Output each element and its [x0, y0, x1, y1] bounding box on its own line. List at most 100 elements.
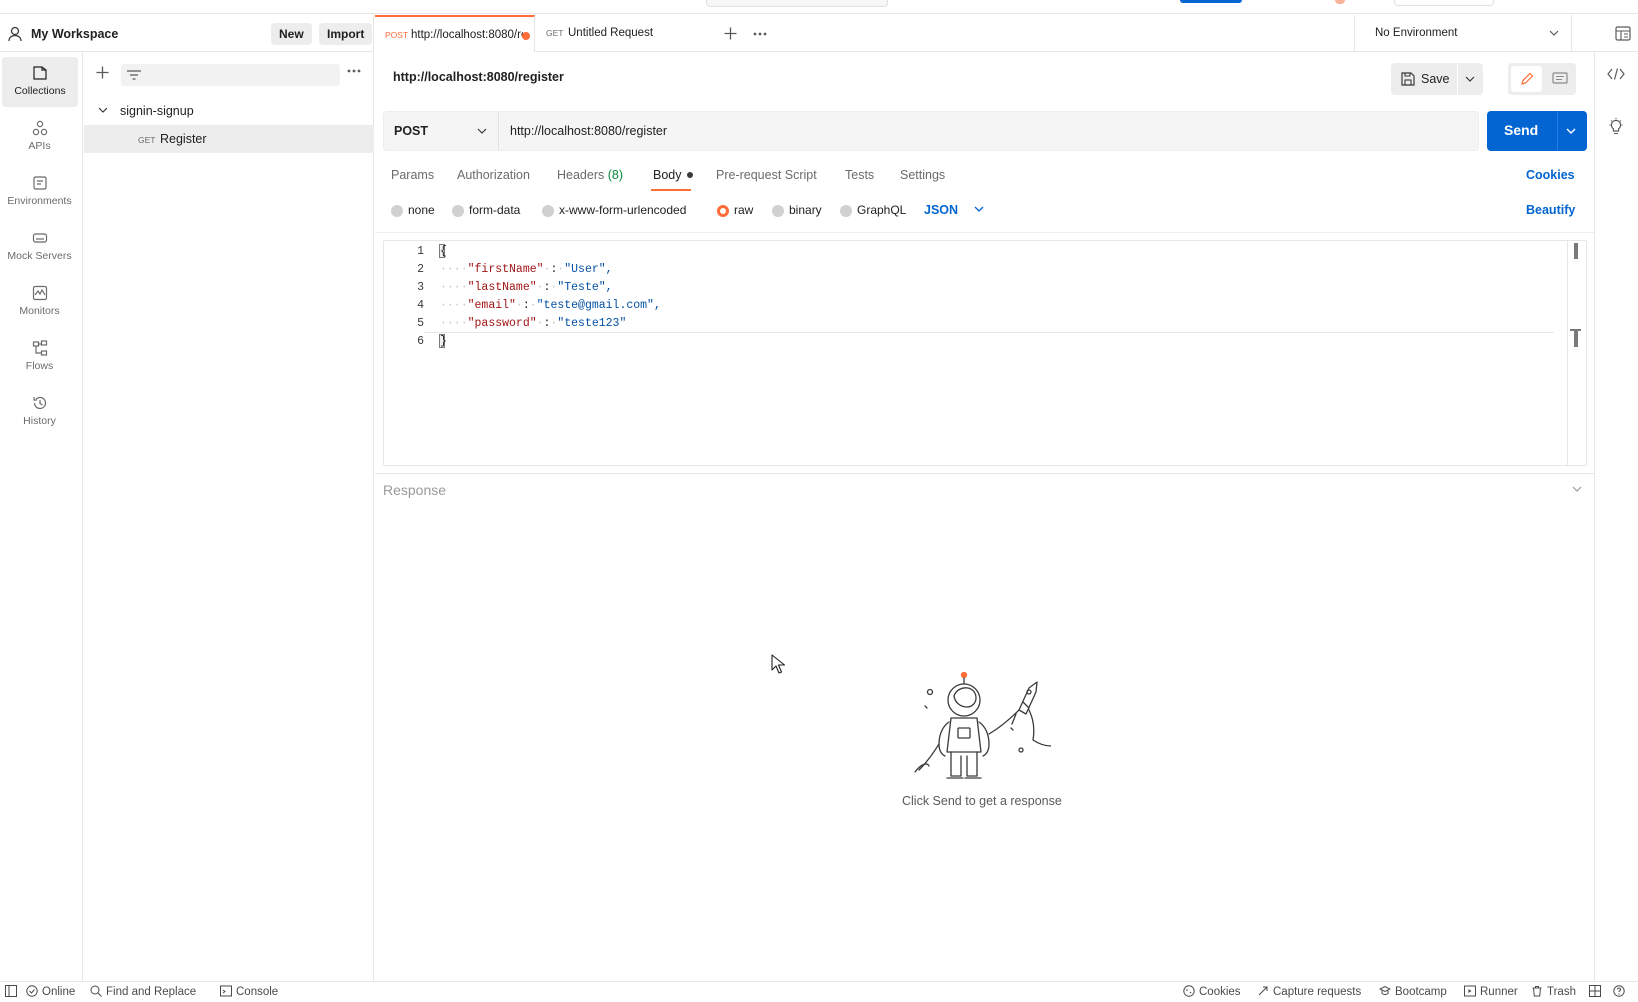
tab-authorization[interactable]: Authorization [457, 168, 530, 182]
rail-label: Collections [14, 85, 66, 97]
radio-x-www-form-urlencoded-label[interactable]: x-www-form-urlencoded [559, 203, 686, 217]
filter-icon [127, 70, 141, 80]
runner-button[interactable]: Runner [1464, 985, 1518, 998]
http-method-select[interactable]: POST [384, 112, 499, 150]
tab-method: POST [385, 30, 409, 40]
body-editor[interactable]: 1 2 3 4 5 6 { ····"firstName"·:·"User", … [383, 240, 1587, 466]
radio-none-label[interactable]: none [408, 203, 435, 217]
radio-raw-label[interactable]: raw [734, 203, 753, 217]
tab-pre-request-script[interactable]: Pre-request Script [716, 168, 817, 182]
radio-raw[interactable] [717, 205, 729, 217]
console-button[interactable]: Console [220, 985, 278, 998]
empty-response-message: Click Send to get a response [902, 794, 1062, 808]
code-snippet-icon[interactable] [1607, 68, 1625, 80]
two-pane-view-icon[interactable] [1589, 985, 1605, 998]
rail-item-monitors[interactable]: Monitors [0, 277, 79, 327]
rail-item-history[interactable]: History [0, 387, 79, 437]
request-url-bar: POST [383, 111, 1479, 151]
lightbulb-icon[interactable] [1608, 118, 1624, 136]
trash-button[interactable]: Trash [1531, 985, 1576, 998]
radio-form-data-label[interactable]: form-data [469, 203, 520, 217]
environment-quick-look-icon[interactable] [1615, 26, 1631, 41]
new-tab-plus-icon[interactable] [724, 27, 737, 40]
rail-item-apis[interactable]: APIs [0, 112, 79, 162]
toggle-sidebar-icon[interactable] [5, 985, 21, 998]
collection-item-signin-signup[interactable]: signin-signup [84, 97, 374, 125]
request-method-badge: GET [138, 135, 156, 145]
radio-graphql[interactable] [840, 205, 852, 217]
monitors-icon [32, 285, 47, 301]
json-value: "Teste", [557, 281, 613, 294]
more-tabs-icon[interactable] [753, 32, 767, 36]
tab-untitled-request[interactable]: GET Untitled Request [536, 15, 702, 52]
online-check-icon [26, 985, 38, 997]
line-number: 5 [417, 317, 424, 330]
find-and-replace[interactable]: Find and Replace [90, 985, 196, 998]
json-key: "password" [467, 317, 537, 330]
console-label: Console [236, 986, 279, 998]
tab-post-register[interactable]: POST http://localhost:8080/register [375, 15, 535, 52]
radio-binary[interactable] [772, 205, 784, 217]
tab-body[interactable]: Body [653, 168, 693, 182]
status-bar: Online Find and Replace Console Cookies … [0, 981, 1638, 1002]
left-rail: Collections APIs Environments Mock Serve… [0, 52, 83, 981]
tab-tests[interactable]: Tests [845, 168, 874, 182]
headers-count: (8) [607, 168, 624, 182]
rail-label: History [23, 415, 56, 427]
capture-requests-button[interactable]: Capture requests [1257, 985, 1361, 998]
online-status[interactable]: Online [26, 985, 75, 998]
save-button[interactable]: Save [1391, 63, 1483, 95]
workspace-title[interactable]: My Workspace [31, 27, 118, 41]
search-bar-edge[interactable] [706, 0, 888, 7]
tab-body-label: Body [653, 168, 682, 182]
send-button[interactable]: Send [1487, 111, 1587, 151]
mouse-cursor-icon [771, 654, 785, 674]
sidebar-more-icon[interactable] [347, 69, 361, 73]
save-label: Save [1421, 72, 1450, 86]
request-title[interactable]: http://localhost:8080/register [393, 70, 564, 84]
radio-x-www-form-urlencoded[interactable] [542, 205, 554, 217]
editor-scrollbar-thumb[interactable] [1574, 243, 1578, 259]
capture-icon [1258, 986, 1268, 996]
comments-icon[interactable] [1552, 72, 1568, 86]
json-key: "firstName" [467, 263, 544, 276]
runner-icon [1464, 985, 1476, 997]
json-value: "teste@gmail.com", [536, 299, 661, 312]
request-item-register[interactable]: GET Register [84, 125, 374, 153]
trash-icon [1532, 986, 1542, 997]
new-button[interactable]: New [271, 23, 312, 45]
add-collection-plus-icon[interactable] [96, 66, 109, 79]
radio-none[interactable] [391, 205, 403, 217]
trash-label: Trash [1547, 986, 1576, 998]
collections-filter-input[interactable] [121, 64, 340, 86]
language-select[interactable]: JSON [924, 203, 984, 217]
radio-binary-label[interactable]: binary [789, 203, 822, 217]
environment-selector[interactable]: No Environment [1354, 15, 1572, 52]
account-button-edge[interactable] [1394, 0, 1494, 6]
response-panel-header[interactable]: Response [375, 473, 1594, 503]
rail-item-flows[interactable]: Flows [0, 332, 79, 382]
radio-form-data[interactable] [452, 205, 464, 217]
json-key: "lastName" [467, 281, 537, 294]
upgrade-button-edge[interactable] [1180, 0, 1242, 3]
edit-mode-button[interactable] [1511, 66, 1542, 92]
environments-icon [32, 176, 47, 190]
rail-item-mock-servers[interactable]: Mock Servers [0, 222, 79, 272]
help-icon[interactable] [1613, 985, 1629, 998]
cookies-link[interactable]: Cookies [1526, 168, 1575, 182]
rail-item-collections[interactable]: Collections [2, 57, 78, 107]
tab-headers[interactable]: Headers (8) [557, 168, 623, 182]
tab-settings[interactable]: Settings [900, 168, 945, 182]
cookies-button[interactable]: Cookies [1183, 985, 1241, 998]
radio-graphql-label[interactable]: GraphQL [857, 203, 906, 217]
avatar-edge[interactable] [1335, 0, 1345, 4]
tab-params[interactable]: Params [391, 168, 434, 182]
save-icon [1401, 72, 1415, 86]
editor-scrollbar-track[interactable] [1567, 241, 1568, 465]
bootcamp-button[interactable]: Bootcamp [1379, 985, 1447, 998]
bootcamp-icon [1379, 985, 1391, 996]
rail-item-environments[interactable]: Environments [0, 167, 79, 217]
beautify-link[interactable]: Beautify [1526, 203, 1575, 217]
import-button[interactable]: Import [319, 23, 373, 45]
url-input[interactable] [510, 124, 1450, 138]
